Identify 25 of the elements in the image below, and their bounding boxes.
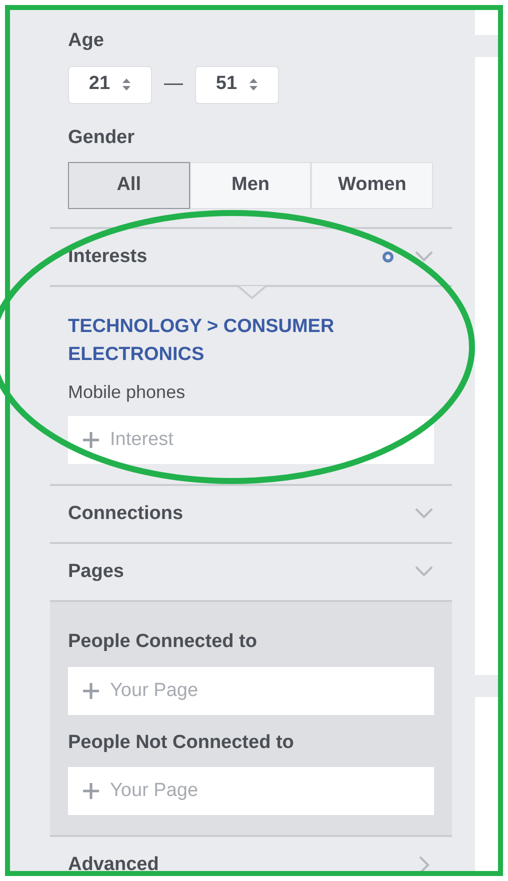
input-field[interactable]: Interest <box>68 416 434 464</box>
sort-icon <box>249 78 258 91</box>
interest-item: Mobile phones <box>68 381 186 404</box>
section-title[interactable]: Connections <box>68 500 184 528</box>
plus-icon <box>82 682 100 700</box>
input-field[interactable]: Your Page <box>68 767 434 815</box>
input-field[interactable]: Your Page <box>68 666 434 714</box>
number-select[interactable]: 51 <box>195 66 279 104</box>
gender-option[interactable]: Men <box>190 162 312 209</box>
field-label: Gender <box>68 126 136 150</box>
category-path[interactable]: TECHNOLOGY > CONSUMER ELECTRONICS <box>68 313 434 369</box>
circle-icon[interactable] <box>382 251 394 263</box>
plus-icon <box>82 431 100 449</box>
plus-icon <box>82 782 100 800</box>
field-label: Age <box>68 29 105 53</box>
section-title[interactable]: Interests <box>68 242 148 272</box>
number-select[interactable]: 21 <box>68 66 152 104</box>
field-label: People Connected to <box>68 630 258 654</box>
field-label: People Not Connected to <box>68 730 295 754</box>
gender-option[interactable]: All <box>68 162 190 209</box>
gender-option[interactable]: Women <box>311 162 434 209</box>
section-title[interactable]: Advanced <box>68 850 159 880</box>
sort-icon <box>122 78 132 91</box>
range-dash: — <box>163 72 184 96</box>
section-title[interactable]: Pages <box>68 558 124 586</box>
